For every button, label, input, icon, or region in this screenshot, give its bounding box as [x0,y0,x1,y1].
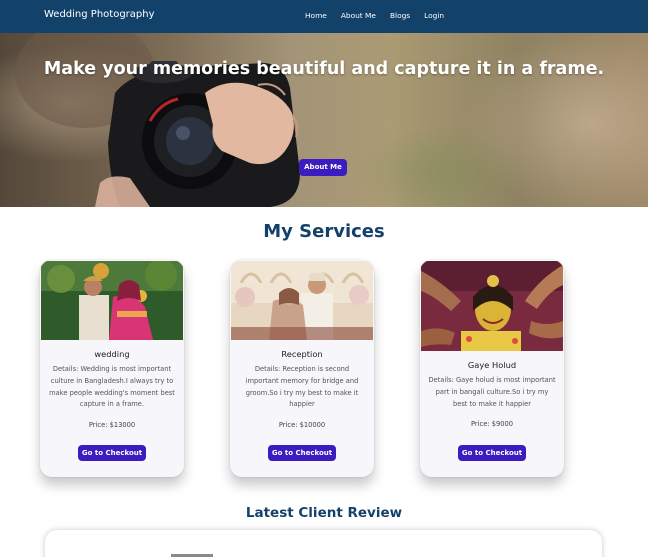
about-me-button[interactable]: About Me [299,159,347,176]
nav-link-blogs[interactable]: Blogs [390,11,410,20]
card-price: Price: $10000 [278,421,326,429]
card-title: Gaye Holud [467,360,517,370]
gaye-holud-photo [421,261,563,351]
card-details: Details: Reception is second important m… [245,365,359,409]
card-details: Details: Gaye holud is most important pa… [428,376,556,408]
nav-link-home[interactable]: Home [305,11,327,20]
service-card-gaye-holud: Gaye Holud Details: Gaye holud is most i… [420,260,564,477]
nav-link-about-me[interactable]: About Me [341,11,376,20]
navbar: Wedding Photography Home About Me Blogs … [0,0,648,33]
nav-link-login[interactable]: Login [424,11,444,20]
card-price: Price: $13000 [88,421,136,429]
go-to-checkout-button[interactable]: Go to Checkout [78,445,146,461]
card-price: Price: $9000 [471,420,513,428]
services-heading: My Services [263,221,385,242]
review-card [45,530,602,557]
nav-links: Home About Me Blogs Login [305,11,444,20]
hero-title: Make your memories beautiful and capture… [43,59,605,79]
service-card-reception: Reception Details: Reception is second i… [230,260,374,477]
wedding-photo [41,261,183,340]
card-title: wedding [94,349,130,359]
go-to-checkout-button[interactable]: Go to Checkout [268,445,336,461]
brand-logo-text[interactable]: Wedding Photography [44,9,155,20]
go-to-checkout-button[interactable]: Go to Checkout [458,445,526,461]
card-title: Reception [281,349,323,359]
reception-photo [231,261,373,340]
review-heading: Latest Client Review [245,505,403,521]
hero-banner: Make your memories beautiful and capture… [0,33,648,207]
card-details: Details: Wedding is most important cultu… [49,365,175,409]
service-card-wedding: wedding Details: Wedding is most importa… [40,260,184,477]
